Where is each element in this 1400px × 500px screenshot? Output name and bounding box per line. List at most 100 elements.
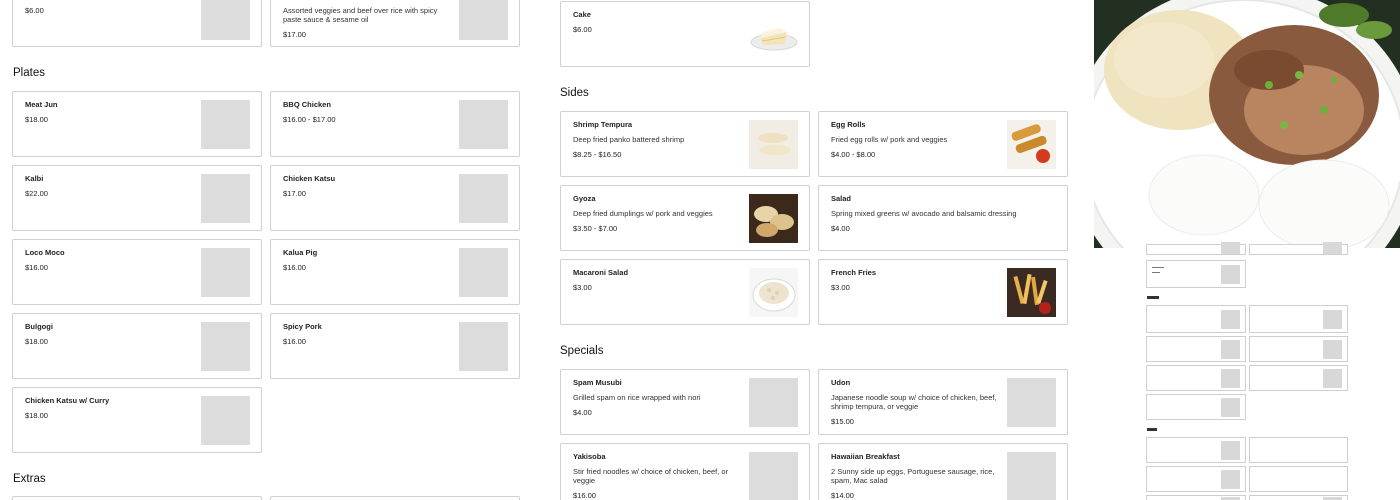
item-price: $16.00 [283,263,306,272]
hero-food-photo [1094,0,1400,248]
item-description: Grilled spam on rice wrapped with nori [573,393,701,402]
menu-item-card[interactable]: Kalbi $22.00 [12,165,262,231]
item-description: Stir fried noodles w/ choice of chicken,… [573,467,729,485]
item-price: $16.00 [573,491,596,500]
item-price: $15.00 [831,417,854,426]
preview-text-line [1152,267,1164,268]
item-name: Kalbi [25,174,44,183]
item-name: Gyoza [573,194,596,203]
item-price: $3.50 - $7.00 [573,224,618,233]
item-price: $18.00 [25,411,48,420]
menu-item-card[interactable]: BBQ Chicken $16.00 - $17.00 [270,91,520,157]
item-description: Spring mixed greens w/ avocado and balsa… [831,209,1017,218]
item-image-placeholder [459,0,508,40]
item-name: Hawaiian Breakfast [831,452,900,461]
menu-item-card[interactable]: Spam Musubi Grilled spam on rice wrapped… [560,369,810,435]
preview-card [1249,466,1348,492]
menu-item-card[interactable]: Chicken Katsu $17.00 [270,165,520,231]
cake-photo [749,10,798,59]
menu-item-card[interactable]: Chicken Katsu w/ Curry $18.00 [12,387,262,453]
preview-thumb [1323,310,1342,329]
french-fries-photo [1007,268,1056,317]
menu-item-card-top-left[interactable]: $6.00 [12,0,262,47]
item-name: Chicken Katsu [283,174,336,183]
menu-item-card[interactable]: French Fries $3.00 [818,259,1068,325]
preview-thumb [1221,340,1240,359]
menu-item-card[interactable]: Loco Moco $16.00 [12,239,262,305]
preview-section-heading [1147,296,1159,299]
item-name: Shrimp Tempura [573,120,633,129]
item-image-placeholder [201,322,250,371]
menu-item-card[interactable]: Udon Japanese noodle soup w/ choice of c… [818,369,1068,435]
item-price: $3.00 [573,283,592,292]
item-price: $18.00 [25,337,48,346]
item-image-placeholder [459,248,508,297]
menu-item-card[interactable]: Gyoza Deep fried dumplings w/ pork and v… [560,185,810,251]
preview-thumb [1221,398,1240,417]
item-price: $14.00 [831,491,854,500]
menu-item-card-top-right[interactable]: Assorted veggies and beef over rice with… [270,0,520,47]
macaroni-salad-photo [749,268,798,317]
menu-item-card[interactable]: Bulgogi $18.00 [12,313,262,379]
item-name: Egg Rolls [831,120,866,129]
item-name: BBQ Chicken [283,100,331,109]
item-name: Udon [831,378,851,387]
menu-item-card[interactable]: Kalua Pig $16.00 [270,239,520,305]
preview-thumb [1221,470,1240,489]
item-description: Assorted veggies and beef over rice with… [283,6,438,24]
menu-item-card[interactable]: Salad Spring mixed greens w/ avocado and… [818,185,1068,251]
menu-item-card[interactable]: Spicy Pork $16.00 [270,313,520,379]
gyoza-photo [749,194,798,243]
item-image-placeholder [201,100,250,149]
item-image-placeholder [749,452,798,500]
item-price: $3.00 [831,283,850,292]
preview-thumb [1221,310,1240,329]
menu-preview-thumbnail [1094,242,1400,500]
item-price: $22.00 [25,189,48,198]
menu-item-card[interactable]: Meat Jun $18.00 [12,91,262,157]
preview-thumb [1323,369,1342,388]
item-price: $17.00 [283,30,306,39]
menu-item-card[interactable]: Shrimp Tempura Deep fried panko battered… [560,111,810,177]
menu-item-card[interactable]: Yakisoba Stir fried noodles w/ choice of… [560,443,810,500]
item-image-placeholder [459,100,508,149]
menu-item-card[interactable]: Hawaiian Breakfast 2 Sunny side up eggs,… [818,443,1068,500]
preview-thumb [1221,242,1240,254]
preview-card [1249,437,1348,463]
item-name: Salad [831,194,852,203]
item-name: Meat Jun [25,100,58,109]
menu-item-card-extra[interactable] [270,496,520,500]
menu-item-card[interactable]: Cake $6.00 [560,1,810,67]
item-name: Bulgogi [25,322,53,331]
section-heading-sides: Sides [560,87,589,99]
item-price: $16.00 [25,263,48,272]
menu-item-card-extra[interactable] [12,496,262,500]
item-price: $6.00 [573,25,592,34]
item-image-placeholder [201,248,250,297]
preview-thumb [1323,340,1342,359]
preview-text-line [1152,272,1160,273]
item-name: Chicken Katsu w/ Curry [25,396,110,405]
item-name: Loco Moco [25,248,65,257]
item-name: Yakisoba [573,452,606,461]
menu-item-card[interactable]: Macaroni Salad $3.00 [560,259,810,325]
item-image-placeholder [201,396,250,445]
item-name: Kalua Pig [283,248,318,257]
item-description: Fried egg rolls w/ pork and veggies [831,135,948,144]
section-heading-plates: Plates [13,67,45,79]
item-price: $8.25 - $16.50 [573,150,622,159]
shrimp-tempura-photo [749,120,798,169]
item-price: $4.00 - $8.00 [831,150,876,159]
item-description: Japanese noodle soup w/ choice of chicke… [831,393,997,411]
item-image-placeholder [201,0,250,40]
item-price: $16.00 - $17.00 [283,115,336,124]
item-price: $18.00 [25,115,48,124]
item-description: 2 Sunny side up eggs, Portuguese sausage… [831,467,995,485]
item-image-placeholder [749,378,798,427]
menu-item-card[interactable]: Egg Rolls Fried egg rolls w/ pork and ve… [818,111,1068,177]
item-description: Deep fried dumplings w/ pork and veggies [573,209,713,218]
egg-rolls-photo [1007,120,1056,169]
item-name: Spam Musubi [573,378,622,387]
preview-thumb [1221,265,1240,284]
item-image-placeholder [201,174,250,223]
